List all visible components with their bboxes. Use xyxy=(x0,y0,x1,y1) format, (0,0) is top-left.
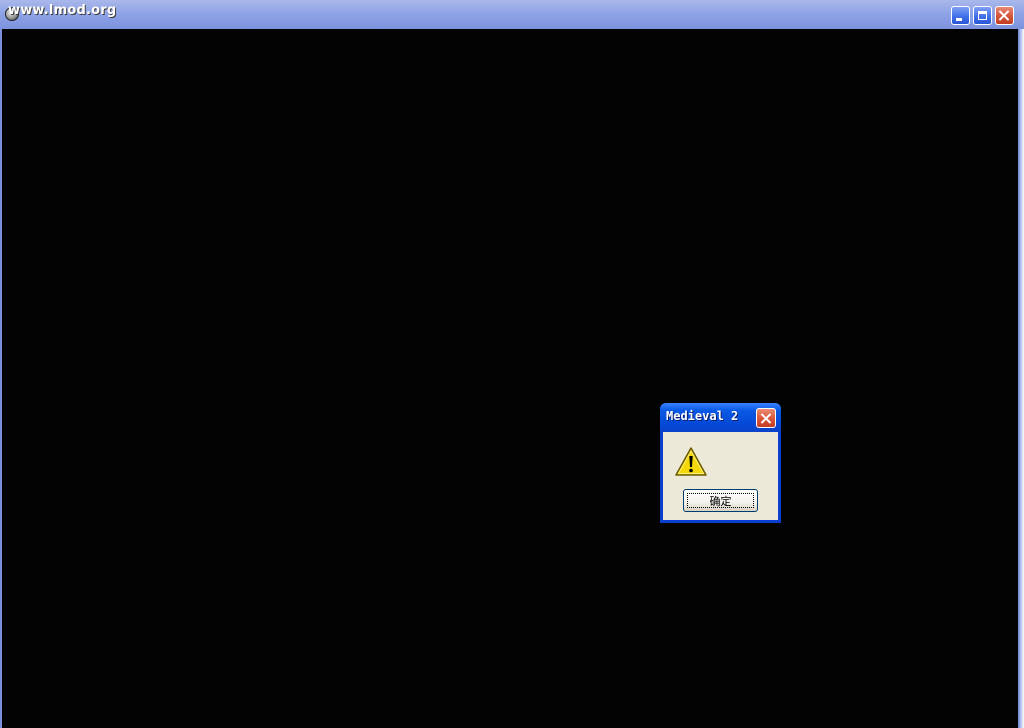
maximize-button[interactable] xyxy=(973,6,992,25)
close-button[interactable] xyxy=(995,6,1014,25)
dialog-titlebar[interactable]: Medieval 2 xyxy=(660,403,781,432)
minimize-icon xyxy=(955,18,962,21)
close-icon xyxy=(761,413,772,424)
warning-icon xyxy=(675,447,707,476)
message-dialog: Medieval 2 确定 xyxy=(660,403,781,523)
minimize-button[interactable] xyxy=(951,6,970,25)
ok-button-label: 确定 xyxy=(709,494,732,508)
game-viewport[interactable] xyxy=(2,29,1018,728)
dialog-title: Medieval 2 xyxy=(666,409,739,423)
dialog-body: 确定 xyxy=(663,432,778,520)
maximize-icon xyxy=(978,11,987,20)
window-frame-right xyxy=(1018,29,1024,728)
main-titlebar[interactable]: www.lmod.org xyxy=(0,0,1024,30)
main-window: www.lmod.org xyxy=(0,0,1024,728)
ok-button[interactable]: 确定 xyxy=(683,489,758,512)
main-window-title: www.lmod.org xyxy=(8,3,117,18)
dialog-close-button[interactable] xyxy=(756,408,776,428)
close-icon xyxy=(999,10,1010,21)
